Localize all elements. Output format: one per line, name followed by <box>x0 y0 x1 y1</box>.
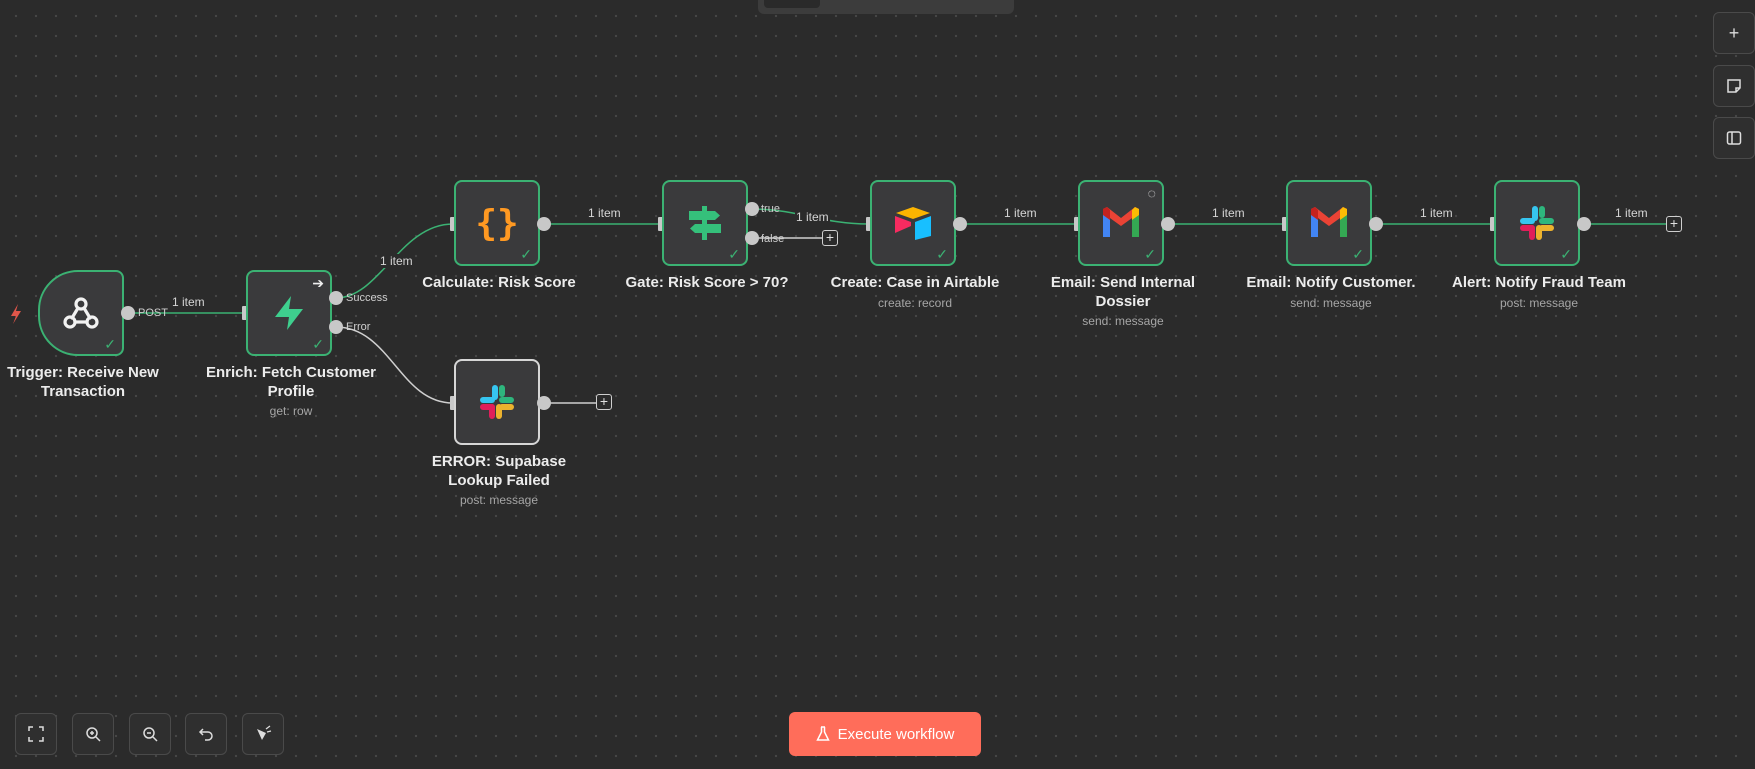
output-handle[interactable] <box>537 396 551 410</box>
zoom-in-icon <box>86 727 101 742</box>
if-signpost-icon <box>689 206 721 240</box>
node-label-enrich: Enrich: Fetch Customer Profile <box>205 364 377 400</box>
add-node-after-alert-button[interactable]: + <box>1666 216 1682 232</box>
success-check-icon: ✓ <box>1144 246 1156 262</box>
zoom-out-icon <box>143 727 158 742</box>
zoom-in-button[interactable] <box>72 713 114 755</box>
output-handle-success[interactable] <box>329 291 343 305</box>
node-label-gate: Gate: Risk Score > 70? <box>625 274 789 291</box>
airtable-icon <box>895 207 931 240</box>
output-handle-error[interactable] <box>329 320 343 334</box>
tidy-up-icon <box>257 725 272 740</box>
undo-button[interactable] <box>185 713 227 755</box>
pinned-data-icon: ◌ <box>1147 185 1156 201</box>
success-check-icon: ✓ <box>728 246 740 262</box>
node-label-trigger: Trigger: Receive New Transaction <box>7 364 159 400</box>
panel-icon <box>1726 131 1742 145</box>
port-label-success: Success <box>346 292 388 304</box>
zoom-out-button[interactable] <box>129 713 171 755</box>
add-node-after-false-button[interactable]: + <box>822 230 838 246</box>
node-subtitle-email-internal: send: message <box>1082 314 1164 328</box>
webhook-icon <box>63 297 99 329</box>
node-subtitle-alert: post: message <box>1499 296 1579 310</box>
flask-icon <box>815 726 830 741</box>
edge-label-airtable-email: 1 item <box>1003 206 1038 220</box>
output-handle[interactable] <box>1161 217 1175 231</box>
execute-workflow-button[interactable]: Execute workflow <box>789 712 981 756</box>
node-subtitle-airtable: create: record <box>877 296 953 310</box>
node-label-email-internal: Email: Send Internal Dossier <box>1050 274 1196 310</box>
tidy-up-button[interactable] <box>242 713 284 755</box>
edge-label-trigger-enrich: 1 item <box>171 295 206 309</box>
edge-label-gate-airtable: 1 item <box>795 210 830 224</box>
plus-icon: + <box>1728 22 1740 43</box>
node-email-internal[interactable]: ◌ ✓ <box>1078 180 1164 266</box>
success-check-icon: ✓ <box>520 246 532 262</box>
node-gate[interactable]: ✓ <box>662 180 748 266</box>
edge-label-calculate-gate: 1 item <box>587 206 622 220</box>
port-label-true: true <box>761 203 780 215</box>
fit-view-icon <box>28 726 44 742</box>
sticky-note-icon <box>1727 79 1741 93</box>
arrow-right-icon: ➔ <box>312 275 324 291</box>
output-handle-true[interactable] <box>745 202 759 216</box>
fit-view-button[interactable] <box>15 713 57 755</box>
gmail-icon <box>1103 207 1139 237</box>
success-check-icon: ✓ <box>312 336 324 352</box>
output-handle[interactable] <box>1577 217 1591 231</box>
add-node-after-error-button[interactable]: + <box>596 394 612 410</box>
output-handle[interactable] <box>121 306 135 320</box>
node-label-alert: Alert: Notify Fraud Team <box>1452 274 1626 291</box>
add-sticky-button[interactable] <box>1713 65 1755 107</box>
port-label-post: POST <box>138 307 168 319</box>
slack-icon <box>1520 206 1554 240</box>
success-check-icon: ✓ <box>1560 246 1572 262</box>
node-subtitle-email-customer: send: message <box>1290 296 1372 310</box>
node-label-email-customer: Email: Notify Customer. <box>1246 274 1416 291</box>
edge-label-email-internal-customer: 1 item <box>1211 206 1246 220</box>
node-error[interactable] <box>454 359 540 445</box>
add-node-button[interactable]: + <box>1713 12 1755 54</box>
success-check-icon: ✓ <box>1352 246 1364 262</box>
trigger-lightning-icon <box>11 304 21 324</box>
node-label-airtable: Create: Case in Airtable <box>830 274 1000 291</box>
output-handle[interactable] <box>1369 217 1383 231</box>
node-alert[interactable]: ✓ <box>1494 180 1580 266</box>
undo-icon <box>198 728 213 741</box>
gmail-icon <box>1311 207 1347 237</box>
port-label-error: Error <box>346 321 371 333</box>
node-label-error: ERROR: Supabase Lookup Failed <box>431 453 567 489</box>
node-trigger[interactable]: ✓ <box>38 270 124 356</box>
port-label-false: false <box>761 233 785 245</box>
node-airtable[interactable]: ✓ <box>870 180 956 266</box>
output-handle[interactable] <box>953 217 967 231</box>
output-handle-false[interactable] <box>745 231 759 245</box>
edge-label-customer-alert: 1 item <box>1419 206 1454 220</box>
toggle-panel-button[interactable] <box>1713 117 1755 159</box>
execute-workflow-label: Execute workflow <box>837 725 955 743</box>
node-label-calculate: Calculate: Risk Score <box>422 274 576 291</box>
slack-icon <box>480 385 514 419</box>
node-email-customer[interactable]: ✓ <box>1286 180 1372 266</box>
code-braces-icon: {} <box>475 202 519 244</box>
node-enrich[interactable]: ➔ ✓ <box>246 270 332 356</box>
node-subtitle-error: post: message <box>459 493 539 507</box>
edge-label-alert-out: 1 item <box>1614 206 1649 220</box>
edge-label-enrich-calculate: 1 item <box>379 254 414 268</box>
success-check-icon: ✓ <box>936 246 948 262</box>
node-calculate[interactable]: {} ✓ <box>454 180 540 266</box>
output-handle[interactable] <box>537 217 551 231</box>
node-subtitle-enrich: get: row <box>269 404 313 418</box>
success-check-icon: ✓ <box>104 336 116 352</box>
supabase-icon <box>275 296 303 330</box>
